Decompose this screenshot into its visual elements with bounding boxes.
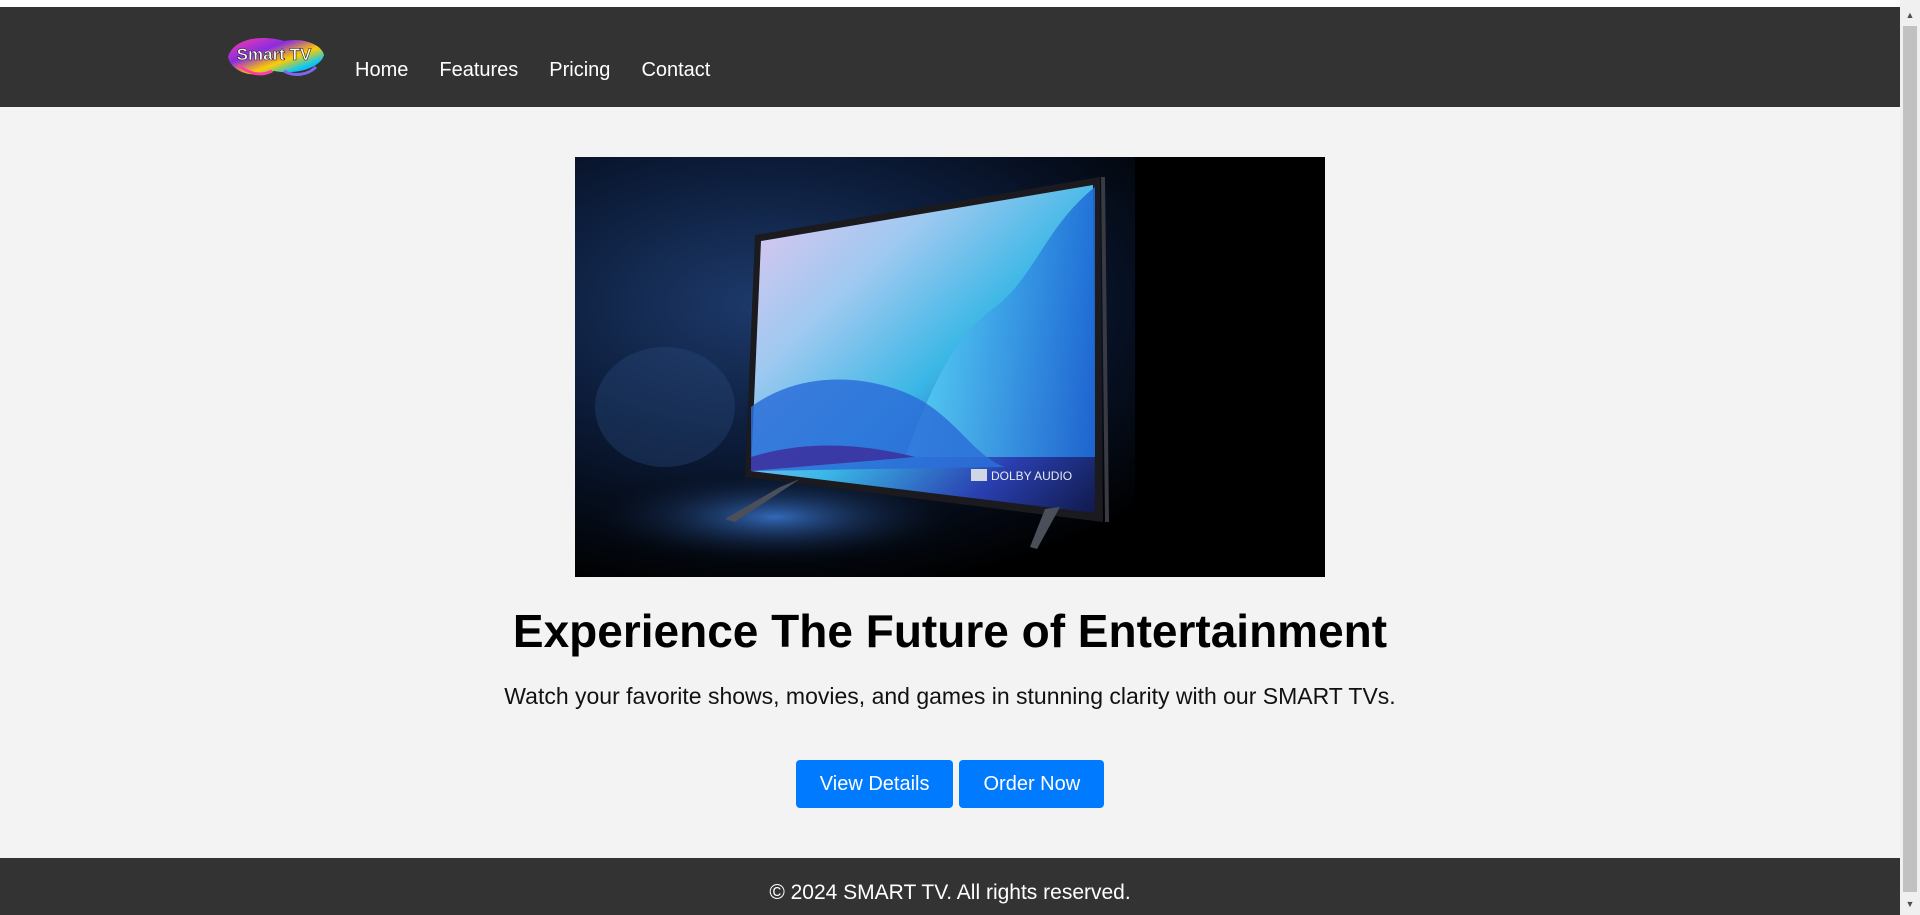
- top-strip: [0, 0, 1900, 7]
- site-footer: © 2024 SMART TV. All rights reserved.: [0, 858, 1900, 915]
- main-nav: Home Features Pricing Contact: [355, 58, 741, 82]
- brand-logo[interactable]: Smart TV: [224, 31, 326, 83]
- site-header: Smart TV Home Features Pricing Contact: [0, 7, 1900, 107]
- tv-illustration: DOLBY AUDIO: [575, 157, 1325, 577]
- nav-home[interactable]: Home: [355, 58, 408, 82]
- vertical-scrollbar[interactable]: ▲ ▼: [1900, 0, 1920, 915]
- view-details-button[interactable]: View Details: [795, 760, 954, 808]
- logo-graphic: Smart TV: [228, 38, 324, 76]
- nav-features[interactable]: Features: [439, 58, 518, 82]
- footer-copyright: © 2024 SMART TV. All rights reserved.: [769, 881, 1131, 904]
- order-now-button[interactable]: Order Now: [959, 760, 1105, 808]
- hero-tv-image: DOLBY AUDIO: [575, 157, 1325, 577]
- nav-contact[interactable]: Contact: [641, 58, 710, 82]
- scroll-thumb[interactable]: [1903, 26, 1917, 892]
- page: Smart TV Home Features Pricing Contact D…: [0, 0, 1900, 915]
- scroll-up-arrow-icon[interactable]: ▲: [1900, 7, 1920, 24]
- dolby-badge: DOLBY AUDIO: [991, 469, 1072, 483]
- logo-text: Smart TV: [237, 45, 312, 64]
- hero-title: Experience The Future of Entertainment: [512, 605, 1388, 657]
- cta-button-group: View Details Order Now: [0, 760, 1900, 808]
- nav-pricing[interactable]: Pricing: [549, 58, 610, 82]
- scroll-down-arrow-icon[interactable]: ▼: [1900, 896, 1920, 913]
- hero-subtitle: Watch your favorite shows, movies, and g…: [504, 683, 1396, 709]
